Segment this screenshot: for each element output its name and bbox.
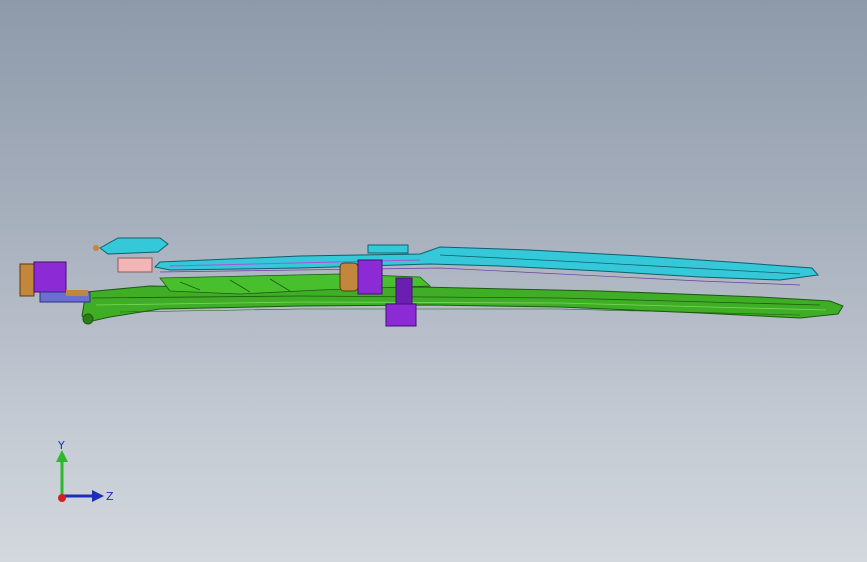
z-axis-arrow-icon (92, 490, 104, 502)
left-mount[interactable] (19, 261, 91, 303)
blade-end-cap[interactable] (93, 237, 169, 255)
origin-icon (58, 494, 66, 502)
axis-triad: Y Z (56, 439, 114, 503)
y-axis-label: Y (57, 439, 65, 452)
z-axis-label: Z (106, 490, 114, 503)
wiper-arm-model[interactable] (0, 0, 867, 562)
cad-graphics-viewport[interactable]: Y Z (0, 0, 867, 562)
pink-block[interactable] (117, 257, 153, 273)
